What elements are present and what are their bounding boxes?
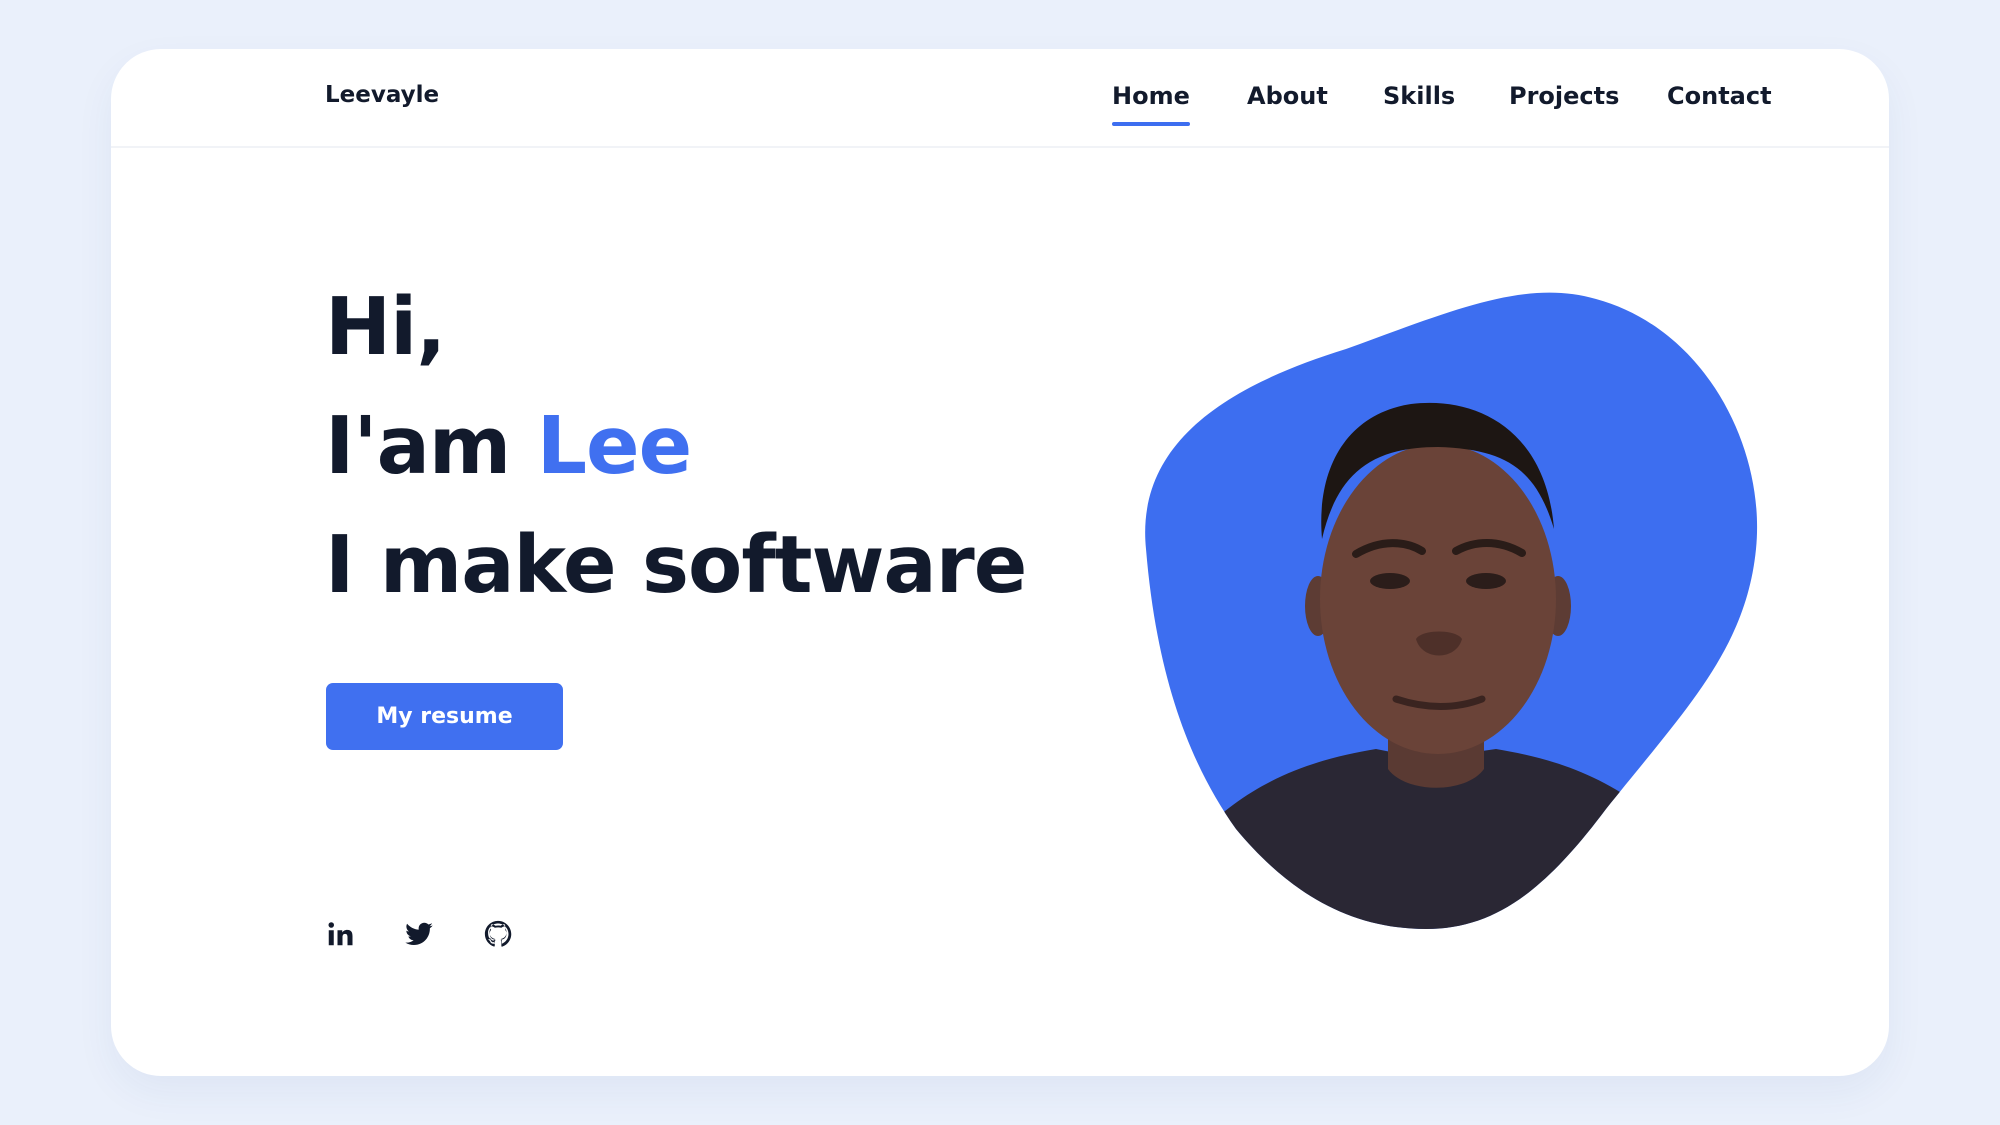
site-header: Leevayle Home About Skills Projects Cont… <box>111 49 1889 148</box>
nav-item-projects[interactable]: Projects <box>1509 82 1619 110</box>
nav-item-label: Skills <box>1383 82 1456 110</box>
nav-item-label: Projects <box>1509 82 1620 110</box>
linkedin-link[interactable] <box>322 916 358 952</box>
nav-item-about[interactable]: About <box>1247 82 1328 110</box>
nav-item-label: Home <box>1112 82 1190 110</box>
profile-portrait <box>1145 292 1758 929</box>
nav-item-label: Contact <box>1667 82 1772 110</box>
site-logo[interactable]: Leevayle <box>325 82 439 108</box>
hero-name: Lee <box>536 400 692 492</box>
linkedin-icon <box>328 922 353 946</box>
twitter-icon <box>405 922 433 945</box>
nav-item-contact[interactable]: Contact <box>1667 82 1772 110</box>
github-link[interactable] <box>480 916 516 952</box>
nav-item-home[interactable]: Home <box>1112 82 1190 126</box>
hero-intro-prefix: I'am <box>325 400 537 492</box>
page-card: Leevayle Home About Skills Projects Cont… <box>111 49 1889 1076</box>
resume-button[interactable]: My resume <box>326 683 563 750</box>
hero-intro: I'am Lee <box>325 400 692 492</box>
nav-item-skills[interactable]: Skills <box>1383 82 1455 110</box>
active-nav-indicator <box>1112 122 1190 126</box>
hero-greeting: Hi, <box>325 281 446 373</box>
github-icon <box>484 920 512 947</box>
nav-item-label: About <box>1247 82 1328 110</box>
hero-tagline: I make software <box>325 519 1027 611</box>
twitter-link[interactable] <box>401 916 437 952</box>
